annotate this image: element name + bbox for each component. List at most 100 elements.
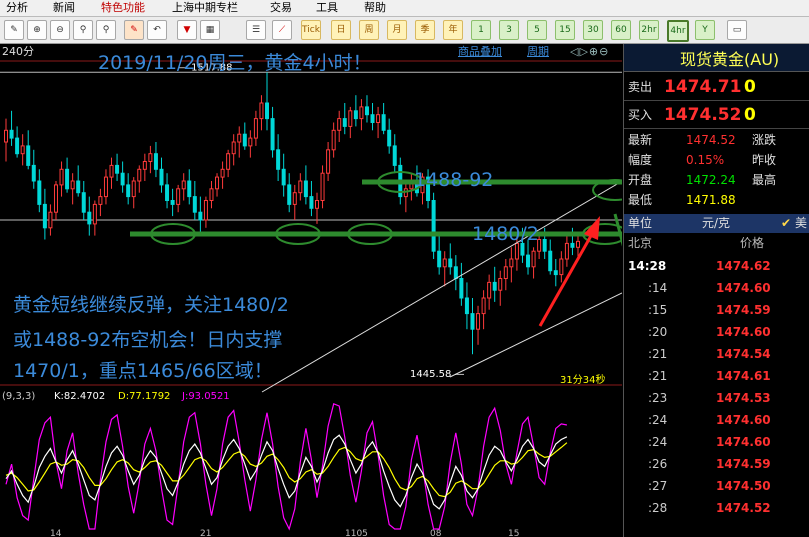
tick-price: 1474.60 (716, 281, 771, 295)
stat-label-2: 最高 (752, 173, 777, 187)
candle-body (53, 184, 58, 213)
candle-body (381, 114, 386, 131)
stat-value: 0.15% (686, 153, 725, 167)
chart-icon[interactable]: ▦ (200, 20, 220, 40)
m5-icon[interactable]: 5 (527, 20, 547, 40)
candle-body (187, 180, 192, 198)
candle-body (153, 153, 158, 170)
tick-price: 1474.59 (716, 303, 771, 317)
tick-price: 1474.60 (716, 413, 771, 427)
undo-icon[interactable]: ↶ (147, 20, 167, 40)
candle-body (509, 258, 514, 268)
candle-body (220, 168, 225, 178)
candle-body (120, 172, 125, 186)
menu-help[interactable]: 帮助 (364, 1, 386, 15)
candle-body (298, 180, 303, 194)
comment-line-3: 1470/1，重点1465/66区域！ (13, 360, 273, 382)
candle-body (231, 141, 236, 155)
low-price-label: 1445.58 — (410, 369, 465, 380)
zoom-icon[interactable]: ⚲ (73, 20, 93, 40)
season-icon[interactable]: 季 (415, 20, 435, 40)
zoom-in-icon[interactable]: ⊕ (27, 20, 47, 40)
level-1480-label: 1480/2 (472, 223, 539, 245)
nav-buttons[interactable]: ◁▷⊕⊖ (570, 45, 609, 59)
cycle-link[interactable]: 周期 (527, 45, 549, 59)
h1-icon[interactable]: 60 (611, 20, 631, 40)
menu-tools[interactable]: 工具 (316, 1, 338, 15)
candle-body (159, 168, 164, 186)
candle-body (209, 188, 214, 202)
menu-analysis[interactable]: 分析 (6, 1, 28, 15)
candle-body (70, 180, 75, 190)
candle-body (37, 180, 42, 205)
year-icon[interactable]: 年 (443, 20, 463, 40)
zoom-out-icon[interactable]: ⊖ (50, 20, 70, 40)
window-icon[interactable]: ▭ (727, 20, 747, 40)
col-city: 北京 (628, 236, 653, 250)
candle-body (359, 106, 364, 120)
trend-icon[interactable]: ⟋ (272, 20, 292, 40)
overlay-link[interactable]: 商品叠加 (458, 45, 502, 59)
candle-body (481, 297, 486, 315)
kdj-header: J:93.0521 (181, 391, 230, 402)
m30-icon[interactable]: 30 (583, 20, 603, 40)
kdj-j-line (5, 402, 568, 531)
candle-body (564, 242, 569, 260)
candle-body (303, 180, 308, 198)
buy-row[interactable]: 买入 1474.52 0 (624, 102, 809, 129)
candle-body (237, 133, 242, 143)
menu-shanghai-column[interactable]: 上海中期专栏 (172, 1, 238, 15)
candle-body (242, 133, 247, 147)
tick-time: :20 (648, 325, 668, 339)
candle-body (126, 184, 131, 198)
candle-body (559, 258, 564, 276)
candle-body (165, 184, 170, 201)
candle-body (531, 250, 536, 268)
stat-label: 开盘 (628, 173, 653, 187)
candle-body (48, 211, 53, 229)
pencil-icon[interactable]: ✎ (4, 20, 24, 40)
menu-bar: 分析 新闻 特色功能 上海中期专栏 交易 工具 帮助 (0, 0, 809, 17)
kdj-header: (9,3,3) (2, 391, 35, 402)
m3-icon[interactable]: 3 (499, 20, 519, 40)
week-icon[interactable]: 周 (359, 20, 379, 40)
candle-body (276, 149, 281, 170)
pen-icon[interactable]: ✎ (124, 20, 144, 40)
menu-features[interactable]: 特色功能 (101, 1, 145, 15)
tick-time: :26 (648, 457, 668, 471)
instrument-title: 现货黄金(AU) (680, 50, 780, 69)
candle-body (448, 258, 453, 268)
tick-time: :21 (648, 369, 668, 383)
sell-row[interactable]: 卖出 1474.71 0 (624, 74, 809, 101)
menu-news[interactable]: 新闻 (53, 1, 75, 15)
check-icon[interactable]: ✔ (781, 213, 791, 233)
tick-price: 1474.54 (716, 347, 771, 361)
stat-label: 幅度 (628, 153, 653, 167)
tick-time: :28 (648, 501, 668, 515)
stat-value: 1471.88 (686, 193, 736, 207)
candle-body (353, 110, 358, 120)
h2-icon[interactable]: 2hr (639, 20, 659, 40)
menu-trade[interactable]: 交易 (270, 1, 292, 15)
settings-icon[interactable]: Y (695, 20, 715, 40)
candle-body (87, 211, 92, 225)
countdown-label: 31分34秒 (560, 373, 605, 386)
h4-icon[interactable]: 4hr (667, 20, 689, 42)
tick-time: :15 (648, 303, 668, 317)
m15-icon[interactable]: 15 (555, 20, 575, 40)
funnel-icon[interactable]: ▼ (177, 20, 197, 40)
tick-price: 1474.50 (716, 479, 771, 493)
candle-body (498, 278, 503, 291)
grid-icon[interactable]: ☰ (246, 20, 266, 40)
candle-body (65, 168, 70, 190)
candle-body (342, 118, 347, 127)
tick-time: :23 (648, 391, 668, 405)
tick-icon[interactable]: Tick (301, 20, 321, 40)
search-icon[interactable]: ⚲ (96, 20, 116, 40)
candle-body (314, 200, 319, 209)
candle-body (376, 114, 381, 123)
day-icon[interactable]: 日 (331, 20, 351, 40)
tick-time: 14:28 (628, 259, 667, 273)
m1-icon[interactable]: 1 (471, 20, 491, 40)
month-icon[interactable]: 月 (387, 20, 407, 40)
